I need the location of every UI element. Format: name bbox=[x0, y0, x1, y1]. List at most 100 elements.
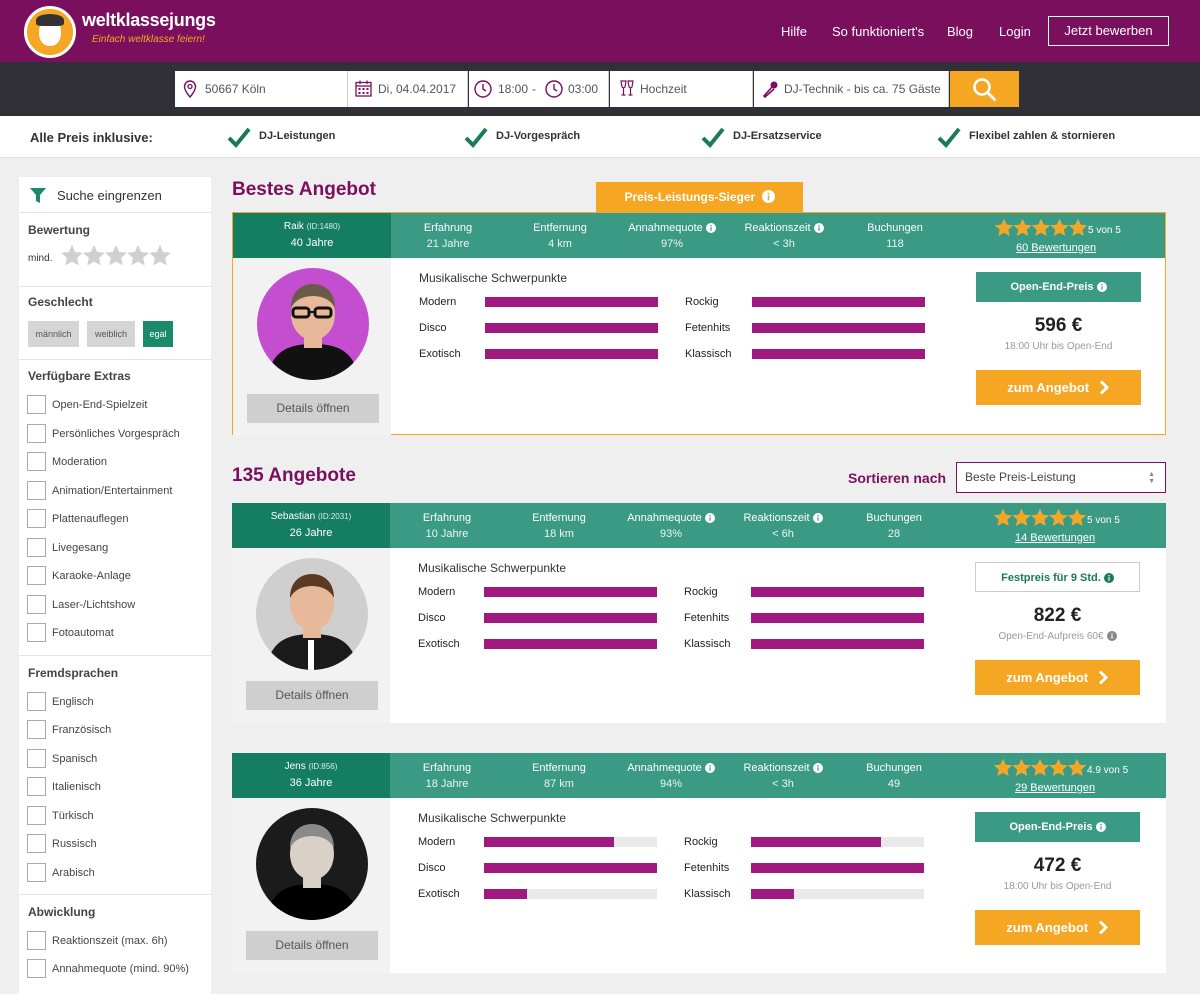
price-note-text: Open-End-Aufpreis 60€ bbox=[998, 631, 1104, 642]
to-offer-button[interactable]: zum Angebot bbox=[976, 370, 1141, 405]
extra-checkbox[interactable] bbox=[27, 538, 46, 557]
stat-reaction: Reaktionszeit < 3h bbox=[733, 753, 833, 798]
info-icon[interactable] bbox=[704, 763, 715, 773]
sort-select[interactable]: Beste Preis-Leistung ▲ ▼ bbox=[956, 462, 1166, 493]
extra-checkbox[interactable] bbox=[27, 395, 46, 414]
language-label: Russisch bbox=[52, 838, 97, 850]
extra-checkbox[interactable] bbox=[27, 481, 46, 500]
info-icon[interactable] bbox=[813, 223, 824, 233]
avatar[interactable] bbox=[257, 268, 369, 380]
info-icon[interactable] bbox=[705, 223, 716, 233]
processing-checkbox[interactable] bbox=[27, 959, 46, 978]
nav-blog[interactable]: Blog bbox=[947, 24, 973, 39]
search-button[interactable] bbox=[950, 71, 1019, 107]
language-checkbox[interactable] bbox=[27, 834, 46, 853]
gender-female-button[interactable]: weiblich bbox=[87, 321, 135, 347]
dj-name: Jens bbox=[284, 761, 306, 772]
gender-any-button[interactable]: egal bbox=[143, 321, 173, 347]
dj-name-box[interactable]: Jens (ID:856) 36 Jahre bbox=[232, 753, 390, 798]
price-type-label: Festpreis für 9 Std. bbox=[1001, 572, 1101, 584]
extra-checkbox[interactable] bbox=[27, 623, 46, 642]
event-type-value: Hochzeit bbox=[640, 82, 687, 96]
event-type-field[interactable]: Hochzeit bbox=[610, 71, 753, 107]
dj-card: Sebastian (ID:2031) 26 Jahre Erfahrung 10… bbox=[232, 503, 1166, 723]
genre-label: Exotisch bbox=[418, 638, 460, 650]
info-icon[interactable] bbox=[1103, 573, 1114, 583]
language-label: Spanisch bbox=[52, 753, 98, 765]
stat-acceptance: Annahmequote 93% bbox=[621, 503, 721, 548]
extra-checkbox[interactable] bbox=[27, 452, 46, 471]
language-label: Englisch bbox=[52, 696, 94, 708]
extra-checkbox[interactable] bbox=[27, 509, 46, 528]
language-checkbox[interactable] bbox=[27, 749, 46, 768]
star-icon bbox=[1068, 509, 1086, 526]
dj-name-box[interactable]: Raik (ID:1480) 40 Jahre bbox=[233, 213, 391, 258]
processing-checkbox[interactable] bbox=[27, 931, 46, 950]
gender-filter-title: Geschlecht bbox=[28, 295, 93, 309]
stat-label: Buchungen bbox=[866, 512, 922, 524]
brand-logo[interactable] bbox=[24, 6, 76, 58]
genre-label: Exotisch bbox=[419, 348, 461, 360]
genre-bar-fill bbox=[485, 297, 658, 307]
language-checkbox[interactable] bbox=[27, 777, 46, 796]
location-field[interactable]: 50667 Köln bbox=[175, 71, 348, 107]
date-value: Di, 04.04.2017 bbox=[378, 82, 457, 96]
dj-age: 36 Jahre bbox=[289, 777, 333, 789]
info-icon[interactable] bbox=[1096, 282, 1107, 292]
dj-card-header: Jens (ID:856) 36 Jahre Erfahrung 18 Jahre… bbox=[232, 753, 1166, 798]
genre-label: Fetenhits bbox=[684, 612, 730, 624]
language-checkbox[interactable] bbox=[27, 806, 46, 825]
genre-bar bbox=[485, 297, 658, 307]
benefit-label: DJ-Ersatzservice bbox=[733, 130, 822, 142]
time-field[interactable]: 18:00 - 03:00 bbox=[469, 71, 609, 107]
genre-bar bbox=[484, 613, 657, 623]
date-field[interactable]: Di, 04.04.2017 bbox=[348, 71, 468, 107]
reviews-link[interactable]: 29 Bewertungen bbox=[1015, 782, 1095, 794]
info-icon[interactable] bbox=[812, 763, 823, 773]
extra-checkbox[interactable] bbox=[27, 566, 46, 585]
filter-title: Suche eingrenzen bbox=[57, 188, 162, 203]
dj-name-box[interactable]: Sebastian (ID:2031) 26 Jahre bbox=[232, 503, 390, 548]
offer-button-label: zum Angebot bbox=[1006, 670, 1089, 685]
time-to-value: 03:00 bbox=[568, 82, 599, 96]
sort-value: Beste Preis-Leistung bbox=[965, 470, 1076, 484]
to-offer-button[interactable]: zum Angebot bbox=[975, 660, 1140, 695]
rating-filter-stars[interactable] bbox=[61, 245, 173, 267]
language-checkbox[interactable] bbox=[27, 863, 46, 882]
info-icon[interactable] bbox=[704, 513, 715, 523]
info-icon[interactable] bbox=[812, 513, 823, 523]
details-button[interactable]: Details öffnen bbox=[246, 681, 378, 710]
info-icon[interactable] bbox=[1106, 631, 1117, 641]
stat-acceptance: Annahmequote 97% bbox=[622, 213, 722, 258]
stat-label: Annahmequote bbox=[628, 222, 703, 234]
nav-how-it-works[interactable]: So funktioniert's bbox=[832, 24, 924, 39]
dj-card-best: Raik (ID:1480) 40 Jahre Erfahrung 21 Jahr… bbox=[232, 212, 1166, 436]
package-field[interactable]: DJ-Technik - bis ca. 75 Gäste bbox=[754, 71, 949, 107]
time-separator: - bbox=[532, 82, 536, 96]
info-icon[interactable] bbox=[761, 190, 775, 203]
star-icon bbox=[1012, 509, 1031, 526]
info-icon[interactable] bbox=[1095, 822, 1106, 832]
extra-label: Plattenauflegen bbox=[52, 513, 129, 525]
language-checkbox[interactable] bbox=[27, 692, 46, 711]
reviews-link[interactable]: 60 Bewertungen bbox=[1016, 242, 1096, 254]
details-button[interactable]: Details öffnen bbox=[246, 931, 378, 960]
brand-tagline: Einfach weltklasse feiern! bbox=[92, 34, 205, 45]
genre-bar bbox=[485, 349, 658, 359]
details-button[interactable]: Details öffnen bbox=[247, 394, 379, 423]
extra-checkbox[interactable] bbox=[27, 595, 46, 614]
avatar[interactable] bbox=[256, 558, 368, 670]
reviews-link[interactable]: 14 Bewertungen bbox=[1015, 532, 1095, 544]
extra-checkbox[interactable] bbox=[27, 424, 46, 443]
apply-button[interactable]: Jetzt bewerben bbox=[1048, 16, 1169, 46]
avatar[interactable] bbox=[256, 808, 368, 920]
nav-help[interactable]: Hilfe bbox=[781, 24, 807, 39]
gender-male-button[interactable]: männlich bbox=[28, 321, 79, 347]
dj-photo-column: Details öffnen bbox=[232, 548, 390, 723]
to-offer-button[interactable]: zum Angebot bbox=[975, 910, 1140, 945]
language-checkbox[interactable] bbox=[27, 720, 46, 739]
genre-label: Fetenhits bbox=[685, 322, 731, 334]
stat-distance: Entfernung 4 km bbox=[510, 213, 610, 258]
nav-login[interactable]: Login bbox=[999, 24, 1031, 39]
brand-name[interactable]: weltklassejungs bbox=[82, 10, 216, 31]
